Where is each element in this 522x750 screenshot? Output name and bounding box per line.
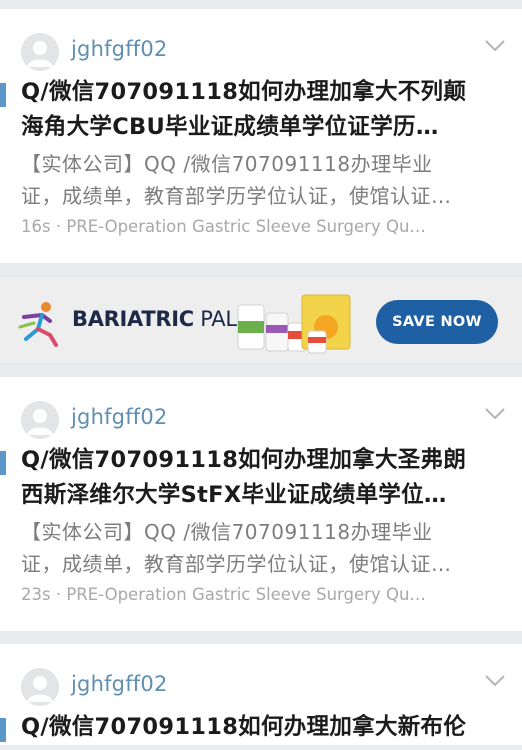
username[interactable]: jghfgff02 <box>71 672 168 696</box>
post-meta: 23s · PRE-Operation Gastric Sleeve Surge… <box>0 585 522 613</box>
avatar[interactable] <box>21 33 59 71</box>
ad-banner[interactable]: BARIATRIC PAL SAVE NOW <box>0 276 522 364</box>
feed: jghfgff02 Q/微信707091118如何办理加拿大不列颠 海角大学CB… <box>0 0 522 750</box>
avatar[interactable] <box>21 668 59 706</box>
runner-figure-icon <box>18 302 58 347</box>
post-title[interactable]: Q/微信707091118如何办理加拿大新布伦 <box>0 710 522 745</box>
title-line: Q/微信707091118如何办理加拿大不列颠 <box>21 79 467 105</box>
title-line: Q/微信707091118如何办理加拿大新布伦 <box>21 714 467 740</box>
post-header: jghfgff02 <box>0 644 522 710</box>
post-title[interactable]: Q/微信707091118如何办理加拿大不列颠 海角大学CBU毕业证成绩单学位证… <box>0 75 522 145</box>
title-accent-bar <box>0 718 6 742</box>
chevron-down-icon[interactable] <box>484 39 506 53</box>
post-meta: 16s · PRE-Operation Gastric Sleeve Surge… <box>0 217 522 245</box>
default-user-icon <box>21 401 59 439</box>
title-accent-bar <box>0 451 6 475</box>
title-line: Q/微信707091118如何办理加拿大圣弗朗 <box>21 447 467 473</box>
title-accent-bar <box>0 83 6 107</box>
card-gap <box>0 631 522 644</box>
post-time: 23s <box>21 585 51 604</box>
excerpt-line: 证，成绩单，教育部学历学位认证，使馆认证… <box>21 552 452 576</box>
title-line: 西斯泽维尔大学StFX毕业证成绩单学位… <box>21 482 447 508</box>
card-gap <box>0 263 522 276</box>
post-topic-link[interactable]: · PRE-Operation Gastric Sleeve Surgery Q… <box>56 217 426 236</box>
excerpt-line: 【实体公司】QQ /微信707091118办理毕业 <box>21 152 433 176</box>
post-header: jghfgff02 <box>0 377 522 443</box>
excerpt-line: 证，成绩单，教育部学历学位认证，使馆认证… <box>21 184 452 208</box>
excerpt-line: 【实体公司】QQ /微信707091118办理毕业 <box>21 520 433 544</box>
product-images <box>237 294 351 354</box>
post-excerpt[interactable]: 【实体公司】QQ /微信707091118办理毕业 证，成绩单，教育部学历学位认… <box>0 148 522 212</box>
avatar[interactable] <box>21 401 59 439</box>
post-card[interactable]: jghfgff02 Q/微信707091118如何办理加拿大圣弗朗 西斯泽维尔大… <box>0 377 522 631</box>
default-user-icon <box>21 33 59 71</box>
title-line: 海角大学CBU毕业证成绩单学位证学历… <box>21 114 439 140</box>
post-card[interactable]: jghfgff02 Q/微信707091118如何办理加拿大新布伦 <box>0 644 522 745</box>
post-topic-link[interactable]: · PRE-Operation Gastric Sleeve Surgery Q… <box>56 585 426 604</box>
ad-brand-name: BARIATRIC PAL <box>72 307 237 331</box>
chevron-down-icon[interactable] <box>484 674 506 688</box>
username[interactable]: jghfgff02 <box>71 37 168 61</box>
post-header: jghfgff02 <box>0 9 522 75</box>
post-excerpt[interactable]: 【实体公司】QQ /微信707091118办理毕业 证，成绩单，教育部学历学位认… <box>0 516 522 580</box>
post-title[interactable]: Q/微信707091118如何办理加拿大圣弗朗 西斯泽维尔大学StFX毕业证成绩… <box>0 443 522 513</box>
top-gap <box>0 0 522 9</box>
post-time: 16s <box>21 217 51 236</box>
card-gap <box>0 364 522 377</box>
save-now-button[interactable]: SAVE NOW <box>376 300 498 344</box>
default-user-icon <box>21 668 59 706</box>
post-card[interactable]: jghfgff02 Q/微信707091118如何办理加拿大不列颠 海角大学CB… <box>0 9 522 263</box>
chevron-down-icon[interactable] <box>484 407 506 421</box>
username[interactable]: jghfgff02 <box>71 405 168 429</box>
